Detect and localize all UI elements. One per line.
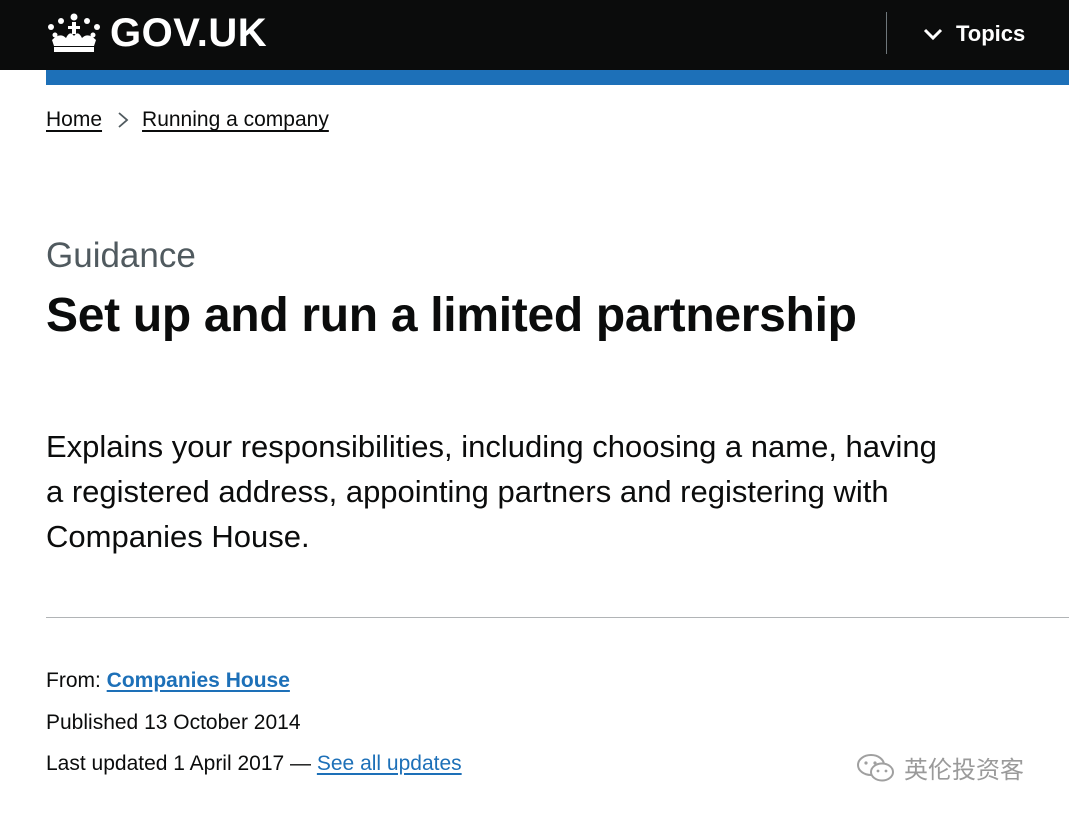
published-date: Published 13 October 2014: [46, 711, 301, 734]
watermark-text: 英伦投资客: [904, 757, 1024, 784]
breadcrumb: Home Running a company: [46, 108, 329, 132]
header-divider: [886, 12, 887, 54]
site-header: GOV.UK Topics: [0, 0, 1069, 70]
page-title: Set up and run a limited partnership: [46, 289, 857, 342]
logo-text: GOV.UK: [110, 11, 268, 55]
watermark: 英伦投资客: [856, 750, 1024, 785]
meta-last-updated: Last updated 1 April 2017 — See all upda…: [46, 752, 462, 776]
wechat-icon: [857, 753, 894, 781]
crown-icon: [48, 13, 100, 52]
chevron-right-icon: [118, 112, 129, 128]
chevron-down-icon: [923, 28, 943, 41]
meta-from: From: Companies House: [46, 669, 290, 693]
see-all-updates-link[interactable]: See all updates: [317, 752, 462, 775]
from-label: From:: [46, 669, 101, 692]
organisation-link[interactable]: Companies House: [107, 669, 290, 692]
breadcrumb-running-a-company-link[interactable]: Running a company: [142, 108, 329, 132]
header-blue-bar: [46, 70, 1069, 85]
breadcrumb-home-link[interactable]: Home: [46, 108, 102, 132]
topics-menu-button[interactable]: Topics: [922, 18, 1025, 50]
govuk-logo-link[interactable]: GOV.UK: [46, 10, 267, 56]
lead-paragraph: Explains your responsibilities, includin…: [46, 429, 937, 554]
last-updated-text: Last updated 1 April 2017 —: [46, 752, 312, 775]
page-caption: Guidance: [46, 236, 196, 275]
topics-label: Topics: [956, 21, 1026, 46]
section-divider: [46, 617, 1069, 618]
